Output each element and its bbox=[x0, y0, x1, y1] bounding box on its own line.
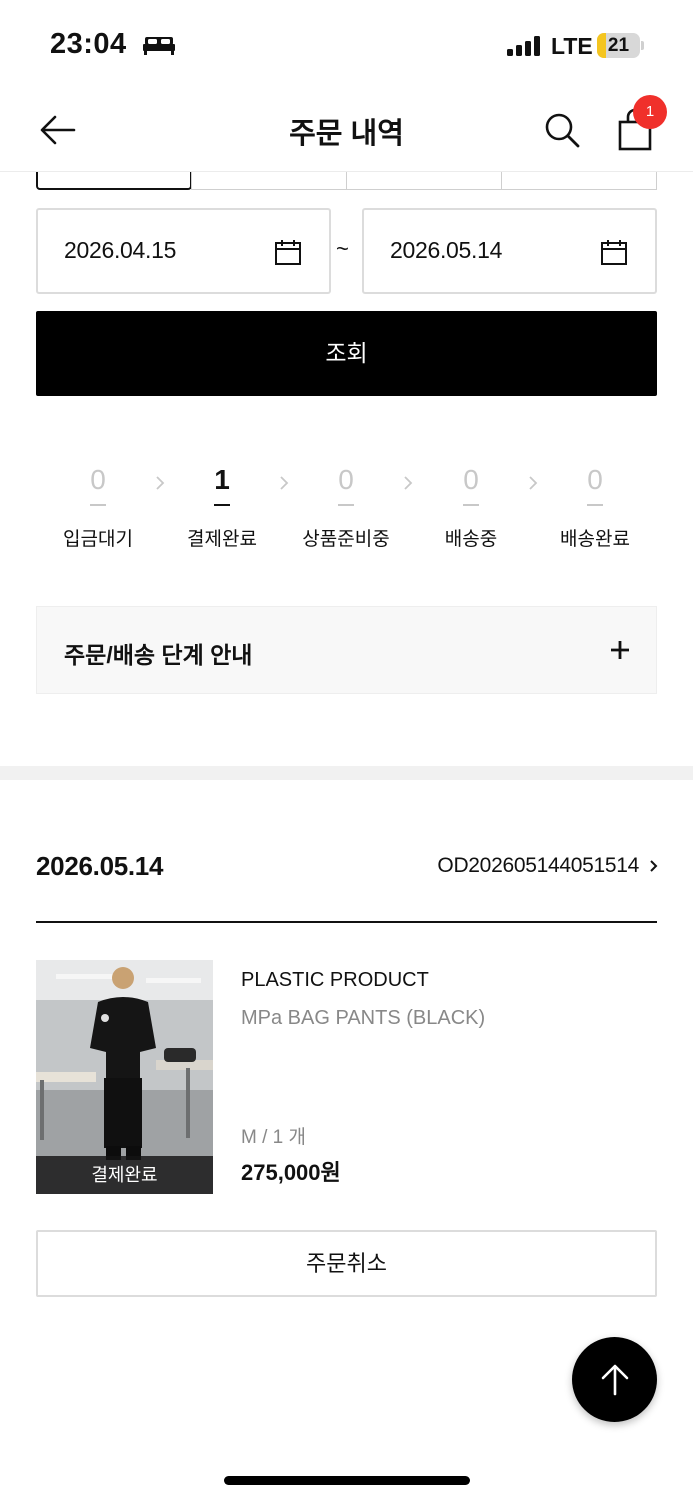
order-date: 2026.05.14 bbox=[36, 851, 164, 881]
product-image[interactable]: 결제완료 bbox=[36, 960, 213, 1194]
period-tab-selected[interactable] bbox=[36, 172, 192, 190]
item-status-label: 결제완료 bbox=[36, 1156, 213, 1194]
end-date-field[interactable]: 2026.05.14 bbox=[362, 208, 657, 294]
period-tab[interactable] bbox=[346, 172, 502, 190]
product-name-link[interactable]: MPa BAG PANTS (BLACK) bbox=[241, 1007, 485, 1030]
step-count: 0 bbox=[338, 464, 354, 495]
product-brand: PLASTIC PRODUCT bbox=[241, 969, 429, 991]
page-title: 주문 내역 bbox=[289, 118, 404, 150]
cart-count-badge: 1 bbox=[633, 95, 667, 129]
search-button[interactable] bbox=[540, 108, 584, 152]
search-icon bbox=[545, 113, 580, 148]
home-indicator[interactable] bbox=[224, 1476, 470, 1485]
battery-percent: 21 bbox=[607, 35, 630, 56]
status-time: 23:04 bbox=[50, 28, 127, 60]
step-label: 결제완료 bbox=[187, 529, 257, 550]
step-label: 상품준비중 bbox=[302, 529, 390, 550]
network-type: LTE bbox=[551, 33, 593, 59]
inquiry-button[interactable]: 조회 bbox=[36, 311, 657, 396]
step-count: 1 bbox=[214, 464, 230, 495]
arrow-up-icon bbox=[601, 1364, 629, 1396]
step-label: 배송중 bbox=[444, 529, 498, 550]
order-number: OD202605144051514 bbox=[437, 854, 639, 877]
step-payment-complete[interactable]: 1 결제완료 bbox=[160, 460, 284, 551]
battery-indicator: 21 bbox=[597, 33, 645, 58]
calendar-icon bbox=[601, 240, 627, 265]
start-date-value: 2026.04.15 bbox=[64, 237, 177, 263]
period-tab[interactable] bbox=[501, 172, 657, 190]
step-preparing[interactable]: 0 상품준비중 bbox=[284, 460, 408, 551]
sleep-mode-icon bbox=[143, 37, 175, 55]
scroll-to-top-button[interactable] bbox=[572, 1337, 657, 1422]
end-date-value: 2026.05.14 bbox=[390, 237, 503, 263]
period-tabs bbox=[36, 172, 657, 190]
step-count: 0 bbox=[90, 464, 106, 495]
status-bar: 23:04 LTE 21 bbox=[0, 0, 693, 90]
section-divider bbox=[0, 766, 693, 780]
order-divider bbox=[36, 921, 657, 923]
calendar-icon bbox=[275, 240, 301, 265]
chevron-right-icon bbox=[650, 860, 658, 873]
period-tab[interactable] bbox=[191, 172, 347, 190]
product-option: M / 1 개 bbox=[241, 1127, 306, 1148]
step-awaiting-deposit[interactable]: 0 입금대기 bbox=[36, 460, 160, 551]
step-label: 입금대기 bbox=[63, 529, 133, 550]
step-count: 0 bbox=[587, 464, 603, 495]
order-status-steps: 0 입금대기 1 결제완료 0 상품준비중 0 배송중 0 배송완료 bbox=[36, 460, 657, 560]
step-delivered[interactable]: 0 배송완료 bbox=[533, 460, 657, 551]
step-count: 0 bbox=[463, 464, 479, 495]
date-range-separator: ~ bbox=[336, 236, 349, 261]
product-price: 275,000원 bbox=[241, 1160, 341, 1185]
app-header: 주문 내역 bbox=[0, 90, 693, 172]
step-label: 배송완료 bbox=[560, 529, 630, 550]
cancel-order-button[interactable]: 주문취소 bbox=[36, 1230, 657, 1297]
plus-icon bbox=[611, 641, 629, 659]
step-shipping[interactable]: 0 배송중 bbox=[409, 460, 533, 551]
order-shipping-guide-toggle[interactable]: 주문/배송 단계 안내 bbox=[36, 606, 657, 694]
cellular-signal-icon bbox=[507, 36, 540, 56]
guide-label: 주문/배송 단계 안내 bbox=[64, 642, 253, 668]
order-number-link[interactable]: OD202605144051514 bbox=[437, 854, 659, 878]
start-date-field[interactable]: 2026.04.15 bbox=[36, 208, 331, 294]
